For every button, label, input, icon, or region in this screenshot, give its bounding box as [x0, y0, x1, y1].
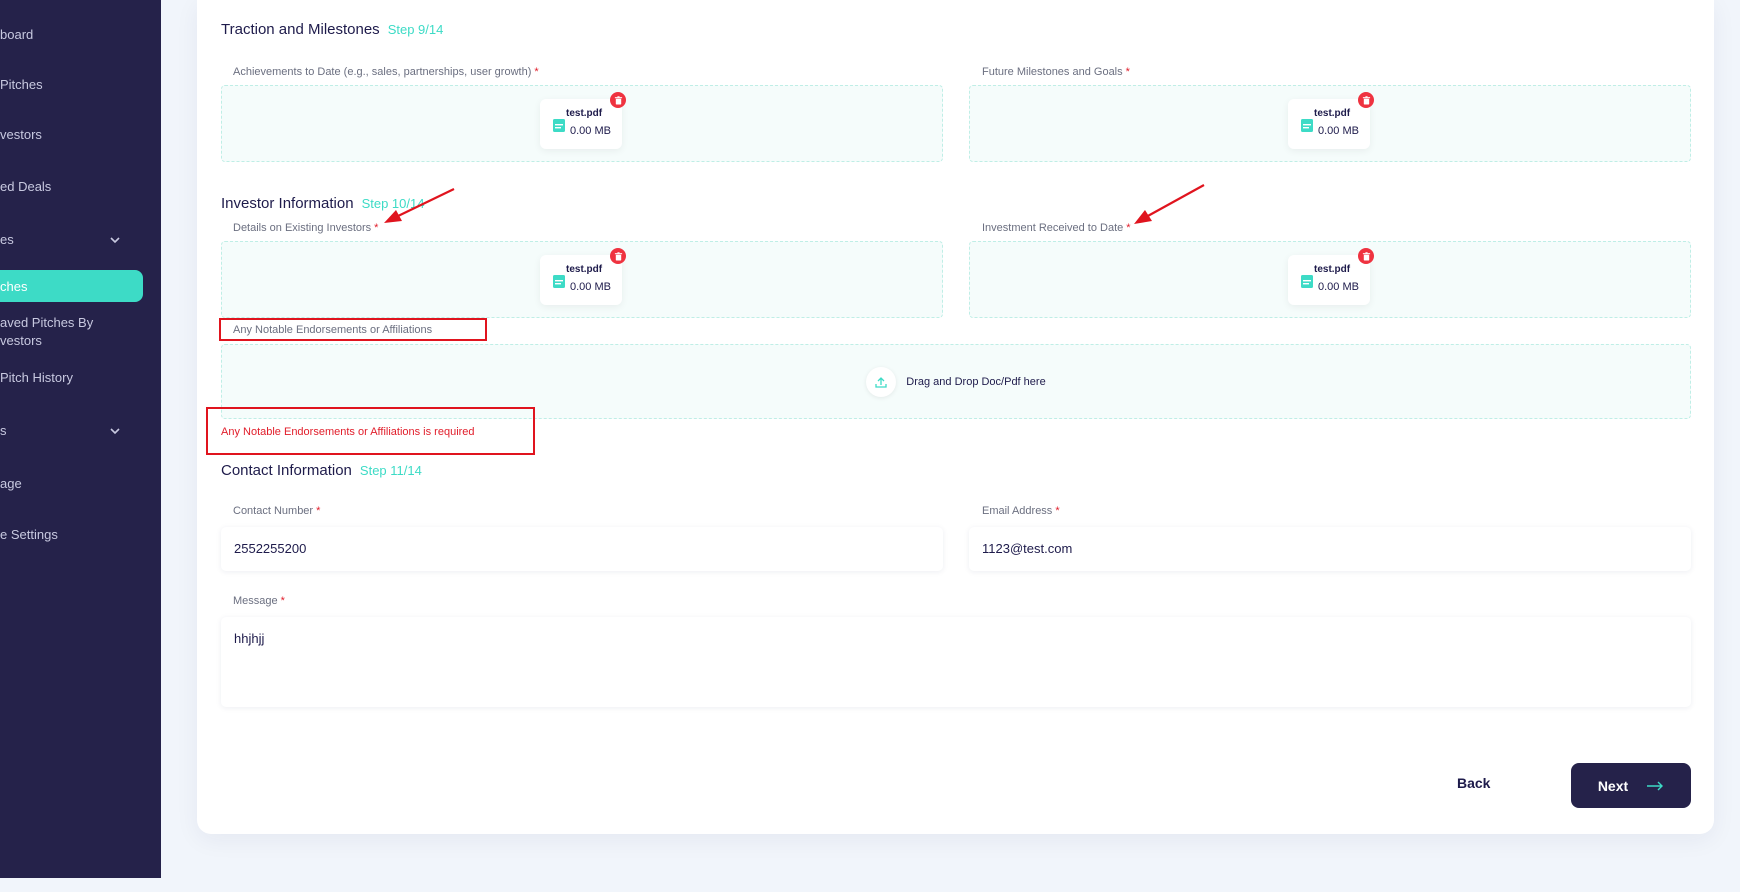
section-title-text: Investor Information — [221, 195, 354, 212]
label-text: Achievements to Date (e.g., sales, partn… — [233, 66, 532, 78]
required-marker: * — [316, 505, 321, 517]
sidebar-item-label: aved Pitches By — [0, 315, 94, 330]
drop-prompt: Drag and Drop Doc/Pdf here — [222, 367, 1690, 397]
message-textarea[interactable]: hhjhjj — [221, 617, 1691, 707]
sidebar-item-label: e Settings — [0, 527, 58, 542]
label-text: Email Address — [982, 505, 1053, 517]
email-input[interactable]: 1123@test.com — [969, 527, 1691, 571]
chevron-down-icon — [108, 424, 122, 438]
sidebar-item-label: board — [0, 27, 34, 42]
file-size: 0.00 MB — [570, 281, 611, 293]
delete-file-icon[interactable] — [610, 248, 626, 264]
sidebar-item-my-pitches[interactable]: ches — [0, 270, 143, 302]
step-indicator: Step 11/14 — [359, 463, 422, 478]
sidebar-item-label: Pitches — [0, 77, 43, 92]
achievements-label: Achievements to Date (e.g., sales, partn… — [233, 66, 539, 78]
step-indicator: Step 9/14 — [387, 22, 444, 37]
existing-investors-dropzone[interactable]: test.pdf 0.00 MB — [221, 241, 943, 318]
sidebar-item-label: age — [0, 476, 22, 491]
annotation-arrow-icon — [1134, 184, 1205, 224]
annotation-arrow-icon — [384, 188, 455, 223]
upload-icon — [866, 367, 897, 397]
sidebar-item-label: Pitch History — [0, 370, 73, 385]
delete-file-icon[interactable] — [1358, 248, 1374, 264]
required-marker: * — [374, 222, 379, 234]
file-size: 0.00 MB — [1318, 281, 1359, 293]
file-icon — [553, 275, 565, 288]
sidebar-item-label: vestors — [0, 127, 42, 142]
label-text: Details on Existing Investors — [233, 222, 372, 234]
sidebar-item-label: vestors — [0, 333, 42, 348]
sidebar: board Pitches vestors ed Deals es ches a… — [0, 0, 161, 878]
section-title-text: Traction and Milestones — [221, 21, 380, 38]
delete-file-icon[interactable] — [610, 92, 626, 108]
file-icon — [1301, 119, 1313, 132]
file-icon — [1301, 275, 1313, 288]
achievements-dropzone[interactable]: test.pdf 0.00 MB — [221, 85, 943, 162]
chevron-down-icon — [108, 233, 122, 247]
file-name: test.pdf — [566, 264, 603, 275]
annotation-box-error — [206, 407, 535, 455]
file-name: test.pdf — [1314, 108, 1351, 119]
email-label: Email Address * — [982, 505, 1060, 517]
arrow-right-icon — [1647, 781, 1664, 790]
section-title-text: Contact Information — [221, 462, 352, 479]
label-text: Future Milestones and Goals — [982, 66, 1123, 78]
uploaded-file-chip: test.pdf 0.00 MB — [540, 248, 626, 305]
existing-investors-label: Details on Existing Investors * — [233, 222, 378, 234]
future-milestones-dropzone[interactable]: test.pdf 0.00 MB — [969, 85, 1691, 162]
file-name: test.pdf — [1314, 264, 1351, 275]
contact-number-input[interactable]: 2552255200 — [221, 527, 943, 571]
sidebar-item-label: ches — [0, 279, 28, 294]
file-size: 0.00 MB — [1318, 125, 1359, 137]
file-icon — [553, 119, 565, 132]
required-marker: * — [1055, 505, 1060, 517]
next-button[interactable]: Next — [1571, 763, 1691, 808]
back-button[interactable]: Back — [1457, 775, 1490, 791]
annotation-box-label — [219, 318, 487, 341]
section-title-contact: Contact Information Step 11/14 — [221, 462, 422, 479]
future-milestones-label: Future Milestones and Goals * — [982, 66, 1130, 78]
uploaded-file-chip: test.pdf 0.00 MB — [1288, 248, 1374, 305]
message-label: Message * — [233, 595, 285, 607]
sidebar-item-label: s — [0, 423, 7, 438]
drop-prompt-text: Drag and Drop Doc/Pdf here — [906, 376, 1046, 388]
required-marker: * — [280, 595, 285, 607]
uploaded-file-chip: test.pdf 0.00 MB — [540, 92, 626, 149]
required-marker: * — [1125, 66, 1130, 78]
label-text: Message — [233, 595, 278, 607]
delete-file-icon[interactable] — [1358, 92, 1374, 108]
section-title-traction: Traction and Milestones Step 9/14 — [221, 21, 443, 38]
sidebar-item-label: ed Deals — [0, 179, 52, 194]
investment-received-dropzone[interactable]: test.pdf 0.00 MB — [969, 241, 1691, 318]
label-text: Contact Number — [233, 505, 314, 517]
uploaded-file-chip: test.pdf 0.00 MB — [1288, 92, 1374, 149]
label-text: Investment Received to Date — [982, 222, 1124, 234]
contact-number-label: Contact Number * — [233, 505, 320, 517]
required-marker: * — [534, 66, 539, 78]
sidebar-item-label: es — [0, 232, 14, 247]
investment-received-label: Investment Received to Date * — [982, 222, 1131, 234]
file-size: 0.00 MB — [570, 125, 611, 137]
file-name: test.pdf — [566, 108, 603, 119]
next-button-label: Next — [1597, 777, 1629, 794]
